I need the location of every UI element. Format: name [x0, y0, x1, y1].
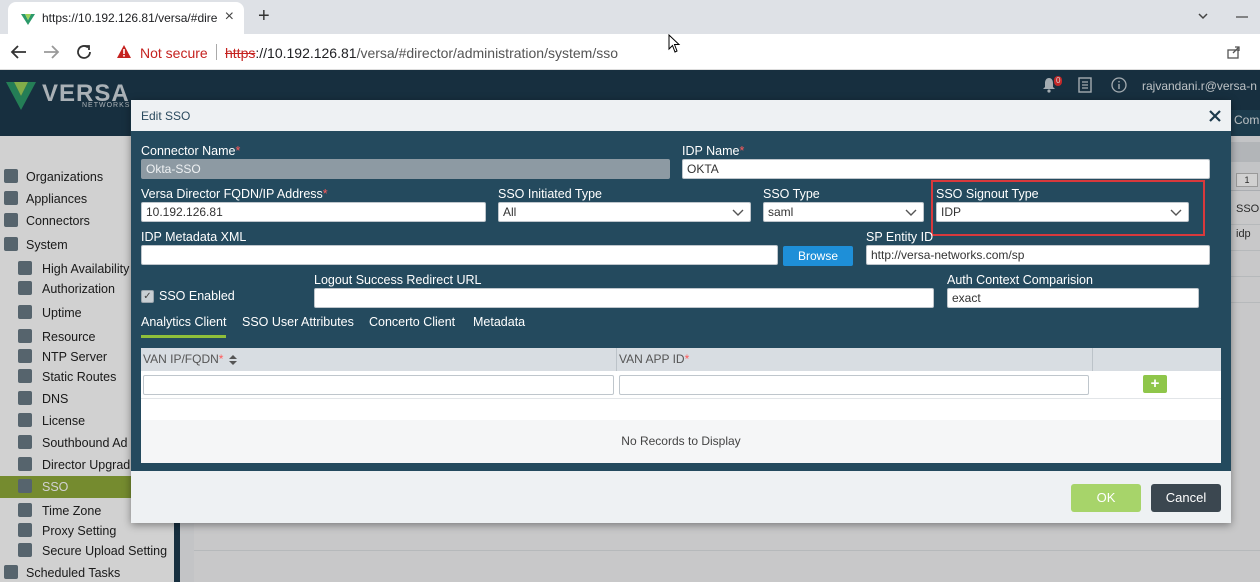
empty-state-text: No Records to Display [621, 434, 741, 448]
chevron-down-icon [1170, 209, 1182, 216]
url-scheme: https [225, 45, 256, 61]
column-header-van-app-id[interactable]: VAN APP ID* [617, 348, 1093, 371]
column-header-actions [1093, 348, 1221, 371]
connector-name-field[interactable]: Okta-SSO [141, 159, 670, 179]
share-icon[interactable] [1226, 44, 1242, 60]
sso-initiated-type-select[interactable]: All [498, 202, 751, 222]
idp-name-field[interactable]: OKTA [682, 159, 1210, 179]
logout-redirect-label: Logout Success Redirect URL [314, 273, 482, 287]
tab-analytics-client[interactable]: Analytics Client [141, 315, 227, 338]
label-text: IDP Name [682, 144, 740, 158]
auth-context-label: Auth Context Comparision [947, 273, 1093, 287]
auth-context-field[interactable]: exact [947, 288, 1199, 308]
tab-concerto-client[interactable]: Concerto Client [369, 315, 455, 329]
cancel-button[interactable]: Cancel [1151, 484, 1221, 512]
tab-search-chevron-icon[interactable] [1197, 10, 1209, 22]
warning-triangle-icon [117, 45, 131, 58]
versa-favicon-icon [21, 14, 35, 25]
forward-arrow-icon[interactable] [42, 43, 60, 61]
window-minimize-icon[interactable] [1235, 10, 1249, 24]
select-value: saml [768, 205, 794, 219]
close-icon[interactable] [1209, 110, 1221, 122]
sp-entity-id-label: SP Entity ID [866, 230, 934, 244]
required-marker: * [684, 352, 690, 366]
table-header: VAN IP/FQDN* VAN APP ID* [141, 348, 1221, 371]
sso-signout-type-select[interactable]: IDP [936, 202, 1189, 222]
director-fqdn-label: Versa Director FQDN/IP Address* [141, 187, 328, 201]
select-value: IDP [941, 205, 962, 219]
browser-tab[interactable]: https://10.192.126.81/versa/#dire × [8, 2, 244, 34]
browser-tabstrip: https://10.192.126.81/versa/#dire × + [0, 0, 1260, 34]
tab-metadata[interactable]: Metadata [473, 315, 525, 329]
sort-icon[interactable] [228, 354, 237, 365]
sso-enabled-checkbox[interactable]: ✓ [141, 290, 154, 303]
connector-name-label: Connector Name* [141, 144, 240, 158]
director-fqdn-field[interactable]: 10.192.126.81 [141, 202, 486, 222]
dialog-footer: OK Cancel [131, 471, 1231, 523]
dialog-titlebar: Edit SSO [131, 100, 1231, 131]
idp-metadata-xml-label: IDP Metadata XML [141, 230, 247, 244]
mouse-cursor-icon [668, 34, 681, 53]
analytics-client-table: VAN IP/FQDN* VAN APP ID* + No Records to… [141, 348, 1221, 463]
dialog-title: Edit SSO [141, 109, 191, 123]
required-marker: * [218, 352, 224, 366]
table-row: + [141, 371, 1221, 399]
required-marker: * [739, 144, 745, 158]
logout-redirect-field[interactable] [314, 288, 934, 308]
idp-metadata-xml-field[interactable] [141, 245, 778, 265]
url-host: ://10.192.126.81 [255, 45, 357, 61]
ok-button[interactable]: OK [1071, 484, 1141, 512]
sso-type-select[interactable]: saml [763, 202, 924, 222]
label-text: Versa Director FQDN/IP Address [141, 187, 323, 201]
browser-toolbar: Not secure https://10.192.126.81/versa/#… [0, 34, 1260, 70]
url-path: /versa/#director/administration/system/s… [356, 45, 618, 61]
tab-close-icon[interactable]: × [225, 9, 234, 25]
label-text: Connector Name [141, 144, 236, 158]
edit-sso-dialog: Edit SSO Connector Name* Okta-SSO IDP Na… [131, 100, 1231, 523]
back-arrow-icon[interactable] [10, 43, 28, 61]
address-separator [216, 44, 217, 60]
not-secure-label[interactable]: Not secure [140, 45, 208, 61]
column-header-van-ip[interactable]: VAN IP/FQDN* [141, 348, 617, 371]
select-value: All [503, 205, 517, 219]
tab-title: https://10.192.126.81/versa/#dire [42, 11, 218, 25]
sso-type-label: SSO Type [763, 187, 820, 201]
chevron-down-icon [905, 209, 917, 216]
tab-sso-user-attributes[interactable]: SSO User Attributes [242, 315, 354, 329]
reload-icon[interactable] [75, 43, 93, 61]
van-ip-input[interactable] [143, 375, 614, 395]
column-label: VAN APP ID [619, 352, 685, 366]
required-marker: * [235, 144, 241, 158]
browse-button[interactable]: Browse [783, 246, 853, 266]
sso-signout-type-label: SSO Signout Type [936, 187, 1039, 201]
required-marker: * [322, 187, 328, 201]
chevron-down-icon [732, 209, 744, 216]
add-row-button[interactable]: + [1143, 375, 1167, 393]
sso-initiated-type-label: SSO Initiated Type [498, 187, 602, 201]
sp-entity-id-field[interactable]: http://versa-networks.com/sp [866, 245, 1210, 265]
sso-enabled-label: SSO Enabled [159, 289, 235, 303]
url-text[interactable]: https://10.192.126.81/versa/#director/ad… [225, 45, 618, 61]
van-app-id-input[interactable] [619, 375, 1089, 395]
idp-name-label: IDP Name* [682, 144, 744, 158]
new-tab-button[interactable]: + [258, 5, 270, 27]
column-label: VAN IP/FQDN [143, 352, 219, 366]
